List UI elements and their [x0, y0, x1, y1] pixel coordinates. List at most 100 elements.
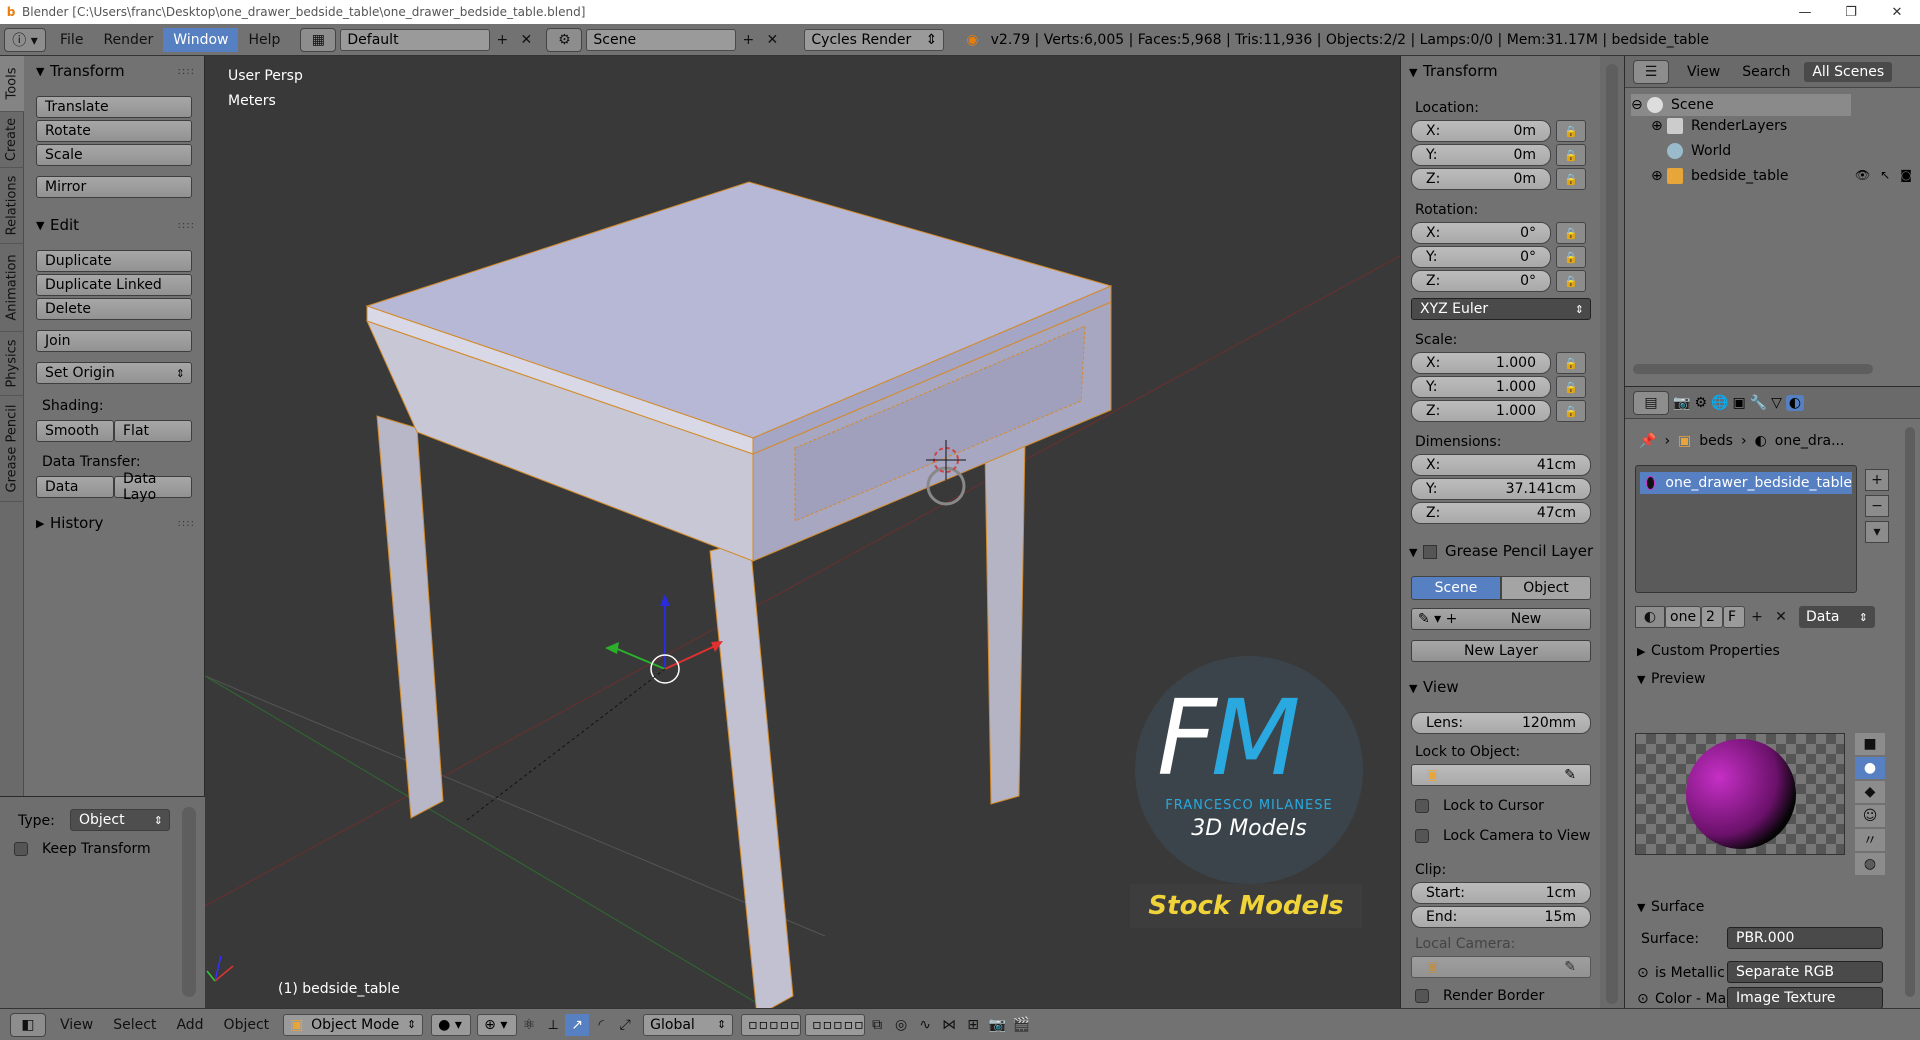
rotate-button[interactable]: Rotate	[36, 120, 192, 142]
tab-physics[interactable]: Physics	[0, 332, 24, 396]
menu-select[interactable]: Select	[103, 1017, 166, 1033]
grease-pencil-checkbox[interactable]	[1423, 544, 1437, 559]
scale-x-field[interactable]: X: 1.000	[1411, 352, 1551, 374]
menu-add[interactable]: Add	[166, 1017, 213, 1033]
remove-layout-icon[interactable]: ✕	[514, 29, 538, 51]
preview-header[interactable]: ▼ Preview	[1637, 671, 1706, 687]
duplicate-button[interactable]: Duplicate	[36, 250, 192, 272]
data-transfer-button[interactable]: Data	[36, 476, 114, 498]
n-view-header[interactable]: ▼ View	[1409, 678, 1459, 696]
local-camera-field[interactable]: ▣ ✎	[1411, 956, 1591, 978]
outliner-search-menu[interactable]: Search	[1742, 64, 1790, 80]
proportional-edit-icon[interactable]: ◎	[889, 1014, 913, 1036]
render-engine-select[interactable]: Cycles Render ⇕	[804, 28, 945, 51]
lens-field[interactable]: Lens: 120mm	[1411, 712, 1591, 734]
outliner-item-renderlayers[interactable]: ⊕ RenderLayers	[1651, 118, 1787, 134]
scene-field[interactable]: Scene	[586, 28, 737, 51]
layer-buttons-2[interactable]: ▫▫▫▫▫	[805, 1013, 866, 1036]
menu-window[interactable]: Window	[163, 27, 239, 52]
material-users-count[interactable]: 2	[1701, 606, 1723, 628]
dimension-z-field[interactable]: Z: 47cm	[1411, 502, 1591, 524]
transform-orientation-icon[interactable]: ⤢	[613, 1014, 637, 1036]
outliner-view-menu[interactable]: View	[1687, 64, 1720, 80]
screen-layout-field[interactable]: Default	[340, 28, 491, 51]
menu-view[interactable]: View	[50, 1017, 103, 1033]
editor-type-info-icon[interactable]: ⓘ ▾	[4, 27, 46, 52]
lock-icon[interactable]: 🔒	[1556, 246, 1586, 268]
preview-cube-icon[interactable]: ◆	[1855, 781, 1885, 803]
layer-buttons-1[interactable]: ▫▫▫▫▫	[741, 1013, 802, 1036]
add-layout-icon[interactable]: +	[490, 29, 514, 51]
restore-button[interactable]: ❐	[1828, 5, 1874, 20]
world-tab-icon[interactable]: 🌐	[1711, 395, 1728, 411]
translate-manipulator-icon[interactable]: ⟂	[541, 1014, 565, 1036]
clip-start-field[interactable]: Start: 1cm	[1411, 882, 1591, 904]
material-slot-item[interactable]: one_drawer_bedside_table	[1640, 472, 1852, 494]
n-transform-header[interactable]: ▼ Transform	[1409, 62, 1498, 80]
lock-layers-icon[interactable]: ⧉	[865, 1014, 889, 1036]
custom-properties-header[interactable]: ▶ Custom Properties	[1637, 643, 1780, 659]
tab-relations[interactable]: Relations	[0, 168, 24, 244]
3d-viewport[interactable]: User Persp Meters (1) bedside_table FM F…	[205, 56, 1400, 1008]
menu-file[interactable]: File	[50, 28, 93, 52]
join-button[interactable]: Join	[36, 330, 192, 352]
type-select[interactable]: Object ⇕	[70, 809, 170, 831]
location-z-field[interactable]: Z: 0m	[1411, 168, 1551, 190]
preview-sphere-icon[interactable]: ●	[1855, 757, 1885, 779]
y-arrow-head[interactable]	[605, 642, 619, 654]
render-icon[interactable]: 📷	[985, 1014, 1009, 1036]
material-tab-icon[interactable]: ◐	[1785, 394, 1805, 411]
scene-icon[interactable]: ⚙	[546, 27, 583, 52]
location-x-field[interactable]: X: 0m	[1411, 120, 1551, 142]
remove-slot-button[interactable]: −	[1865, 495, 1889, 517]
material-link-select[interactable]: Data ⇕	[1799, 606, 1875, 628]
lock-icon[interactable]: 🔒	[1556, 270, 1586, 292]
mirror-button[interactable]: Mirror	[36, 176, 192, 198]
outliner-display-select[interactable]: All Scenes	[1804, 61, 1893, 82]
rotate-manipulator-icon[interactable]: ↗	[565, 1013, 590, 1036]
transform-orientation-select[interactable]: Global ⇕	[643, 1013, 734, 1036]
scale-z-field[interactable]: Z: 1.000	[1411, 400, 1551, 422]
slot-specials-button[interactable]: ▾	[1865, 521, 1889, 543]
preview-hair-icon[interactable]: 〃	[1855, 829, 1885, 851]
close-button[interactable]: ✕	[1874, 5, 1920, 20]
set-origin-select[interactable]: Set Origin ⇕	[36, 362, 192, 384]
add-scene-icon[interactable]: +	[736, 29, 760, 51]
menu-render[interactable]: Render	[93, 28, 163, 52]
render-border-checkbox[interactable]: Render Border	[1415, 988, 1544, 1004]
tab-animation[interactable]: Animation	[0, 244, 24, 332]
gp-new-button[interactable]: ✎ ▾ + New	[1411, 608, 1591, 630]
unlink-material-icon[interactable]: ✕	[1769, 606, 1793, 628]
properties-scrollbar[interactable]	[1905, 427, 1915, 997]
properties-editor-icon[interactable]: ▤	[1633, 390, 1669, 415]
rotation-x-field[interactable]: X: 0°	[1411, 222, 1551, 244]
scale-manipulator-icon[interactable]: ◜	[589, 1014, 613, 1036]
surface-header[interactable]: ▼ Surface	[1637, 899, 1704, 915]
outliner-editor-icon[interactable]: ☰	[1633, 59, 1669, 84]
gp-new-layer-button[interactable]: New Layer	[1411, 640, 1591, 662]
menu-object[interactable]: Object	[214, 1017, 280, 1033]
rotation-y-field[interactable]: Y: 0°	[1411, 246, 1551, 268]
modifier-tab-icon[interactable]: 🔧	[1750, 395, 1767, 411]
eye-icon[interactable]: 👁	[1855, 168, 1870, 182]
rotation-z-field[interactable]: Z: 0°	[1411, 270, 1551, 292]
lock-icon[interactable]: 🔒	[1556, 400, 1586, 422]
scale-y-field[interactable]: Y: 1.000	[1411, 376, 1551, 398]
clip-end-field[interactable]: End: 15m	[1411, 906, 1591, 928]
tab-grease-pencil[interactable]: Grease Pencil	[0, 396, 24, 502]
is-metallic-input[interactable]: Separate RGB	[1727, 961, 1883, 983]
outliner-item-bedside-table[interactable]: ⊕ bedside_table	[1651, 168, 1789, 184]
lock-icon[interactable]: 🔒	[1556, 168, 1586, 190]
operator-scrollbar[interactable]	[182, 807, 196, 997]
lock-icon[interactable]: 🔒	[1556, 352, 1586, 374]
material-name-field[interactable]: one	[1665, 606, 1701, 628]
scale-button[interactable]: Scale	[36, 144, 192, 166]
location-y-field[interactable]: Y: 0m	[1411, 144, 1551, 166]
minimize-button[interactable]: —	[1782, 5, 1828, 20]
surface-shader-select[interactable]: PBR.000	[1727, 927, 1883, 949]
viewport-shading-select[interactable]: ● ▾	[431, 1013, 472, 1036]
snap-target-icon[interactable]: ⊞	[961, 1014, 985, 1036]
history-panel-header[interactable]: ▶ History::::	[24, 510, 205, 536]
shade-flat-button[interactable]: Flat	[114, 420, 192, 442]
grease-pencil-header[interactable]: ▼ Grease Pencil Layer	[1409, 542, 1593, 560]
